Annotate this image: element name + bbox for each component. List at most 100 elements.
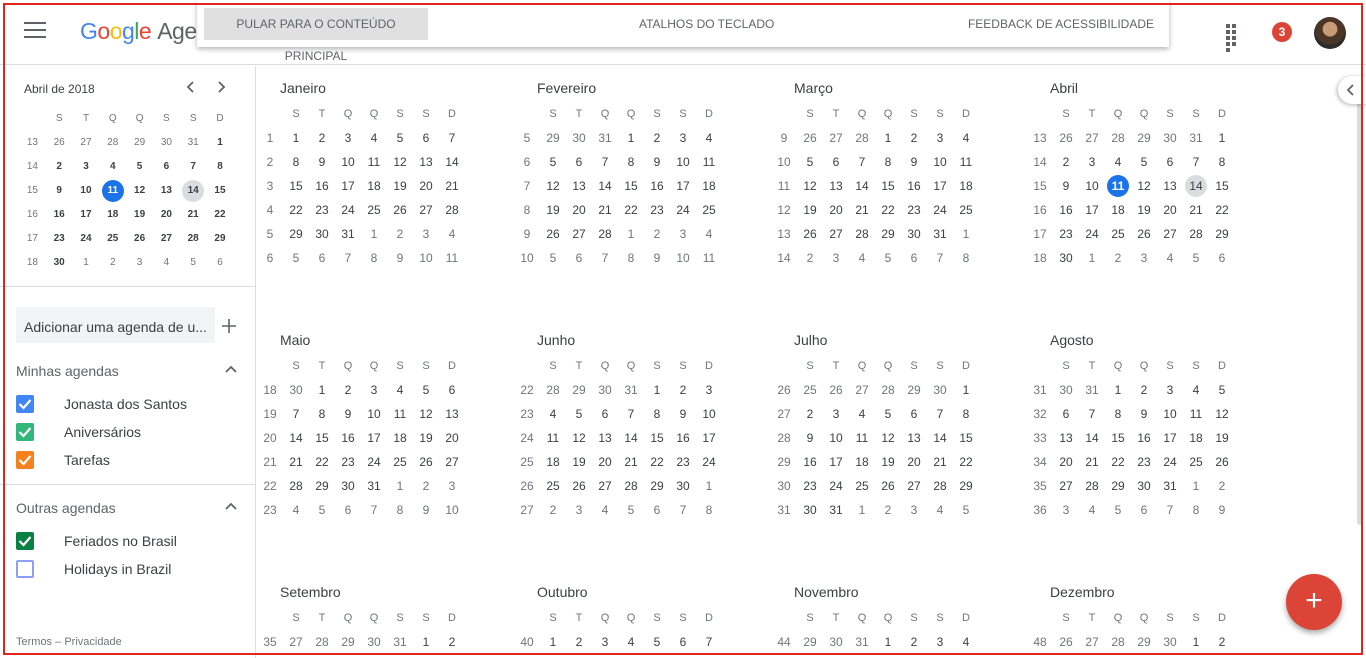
week-number[interactable]: 7: [514, 174, 540, 198]
day-cell[interactable]: 6: [1157, 150, 1183, 174]
chevron-right-icon[interactable]: [211, 78, 231, 98]
day-cell[interactable]: 30: [927, 378, 953, 402]
day-cell[interactable]: 25: [361, 198, 387, 222]
day-cell[interactable]: 28: [309, 630, 335, 654]
day-cell[interactable]: 20: [1157, 198, 1183, 222]
day-cell[interactable]: 2: [387, 222, 413, 246]
month-title[interactable]: Abril: [1050, 80, 1257, 102]
day-cell[interactable]: 7: [927, 246, 953, 270]
week-number[interactable]: 35: [1027, 474, 1053, 498]
day-cell[interactable]: 31: [618, 378, 644, 402]
day-cell[interactable]: 3: [361, 378, 387, 402]
day-cell[interactable]: 18: [696, 174, 722, 198]
day-cell[interactable]: 18: [361, 174, 387, 198]
day-cell[interactable]: 11: [1183, 402, 1209, 426]
day-cell[interactable]: 3: [1131, 246, 1157, 270]
day-cell[interactable]: 2: [901, 630, 927, 654]
week-number[interactable]: 10: [514, 246, 540, 270]
day-cell[interactable]: 3: [1053, 498, 1079, 522]
day-cell[interactable]: 23: [309, 198, 335, 222]
day-cell[interactable]: 6: [901, 246, 927, 270]
mini-day-cell[interactable]: 10: [73, 179, 100, 203]
day-cell[interactable]: 1: [618, 126, 644, 150]
mini-day-cell[interactable]: 16: [46, 203, 73, 227]
day-cell[interactable]: 20: [592, 450, 618, 474]
day-cell[interactable]: 9: [644, 150, 670, 174]
day-cell[interactable]: 23: [901, 198, 927, 222]
week-number[interactable]: 6: [257, 246, 283, 270]
day-cell[interactable]: 5: [618, 498, 644, 522]
day-cell[interactable]: 15: [618, 174, 644, 198]
day-cell[interactable]: 10: [361, 402, 387, 426]
avatar[interactable]: [1314, 17, 1346, 49]
week-number[interactable]: 5: [514, 126, 540, 150]
week-number[interactable]: 24: [514, 426, 540, 450]
day-cell[interactable]: 18: [540, 450, 566, 474]
day-cell[interactable]: 6: [901, 402, 927, 426]
week-number[interactable]: 8: [514, 198, 540, 222]
day-cell[interactable]: 29: [540, 126, 566, 150]
day-cell[interactable]: 8: [618, 150, 644, 174]
day-cell[interactable]: 30: [592, 378, 618, 402]
skip-to-main-content-link[interactable]: PULAR PARA O CONTEÚDO PRINCIPAL: [204, 8, 428, 63]
day-cell[interactable]: 19: [797, 198, 823, 222]
day-cell[interactable]: 8: [309, 402, 335, 426]
day-cell[interactable]: 9: [1209, 498, 1235, 522]
day-cell[interactable]: 8: [696, 498, 722, 522]
day-cell[interactable]: 3: [823, 246, 849, 270]
day-cell[interactable]: 1: [849, 498, 875, 522]
day-cell[interactable]: 28: [283, 474, 309, 498]
notification-badge[interactable]: 3: [1272, 22, 1292, 42]
day-cell[interactable]: 26: [797, 126, 823, 150]
day-cell[interactable]: 27: [1157, 222, 1183, 246]
mini-day-cell[interactable]: 4: [99, 155, 126, 179]
day-cell[interactable]: 17: [1079, 198, 1105, 222]
day-cell[interactable]: 27: [592, 474, 618, 498]
day-cell[interactable]: 1: [540, 630, 566, 654]
day-cell[interactable]: 2: [1131, 378, 1157, 402]
day-cell[interactable]: 26: [1131, 222, 1157, 246]
day-cell[interactable]: 24: [823, 474, 849, 498]
day-cell[interactable]: 29: [335, 630, 361, 654]
day-cell[interactable]: 4: [696, 126, 722, 150]
day-cell[interactable]: 7: [361, 498, 387, 522]
day-cell[interactable]: 4: [361, 126, 387, 150]
mini-day-cell[interactable]: 23: [46, 227, 73, 251]
day-cell[interactable]: 27: [439, 450, 465, 474]
day-cell[interactable]: 13: [439, 402, 465, 426]
day-cell[interactable]: 4: [439, 222, 465, 246]
day-cell[interactable]: 25: [540, 474, 566, 498]
day-cell[interactable]: 11: [387, 402, 413, 426]
terms-link[interactable]: Termos: [16, 636, 52, 648]
day-cell[interactable]: 30: [1053, 378, 1079, 402]
day-cell[interactable]: 25: [953, 198, 979, 222]
day-cell[interactable]: 30: [1053, 246, 1079, 270]
month-title[interactable]: Novembro: [794, 584, 1001, 606]
mini-day-cell[interactable]: 20: [153, 203, 180, 227]
day-cell[interactable]: 15: [644, 426, 670, 450]
day-cell[interactable]: 24: [335, 198, 361, 222]
day-cell[interactable]: 22: [618, 198, 644, 222]
day-cell[interactable]: 8: [953, 402, 979, 426]
day-cell[interactable]: 14: [618, 426, 644, 450]
day-cell[interactable]: 7: [1079, 402, 1105, 426]
day-cell[interactable]: 16: [1053, 198, 1079, 222]
day-cell[interactable]: 26: [875, 474, 901, 498]
mini-day-cell[interactable]: 5: [180, 251, 207, 275]
day-cell[interactable]: 7: [592, 246, 618, 270]
day-cell[interactable]: 3: [439, 474, 465, 498]
day-cell[interactable]: 16: [797, 450, 823, 474]
mini-day-cell[interactable]: 26: [46, 131, 73, 155]
day-cell[interactable]: 8: [387, 498, 413, 522]
mini-day-cell[interactable]: 6: [153, 155, 180, 179]
week-number[interactable]: 4: [257, 198, 283, 222]
week-number[interactable]: 32: [1027, 402, 1053, 426]
day-cell[interactable]: 30: [670, 474, 696, 498]
day-cell[interactable]: 8: [283, 150, 309, 174]
week-number[interactable]: 48: [1027, 630, 1053, 654]
day-cell[interactable]: 17: [696, 426, 722, 450]
day-cell[interactable]: 10: [1157, 402, 1183, 426]
mini-day-cell[interactable]: 26: [126, 227, 153, 251]
day-cell[interactable]: 4: [953, 630, 979, 654]
day-cell[interactable]: 7: [1157, 498, 1183, 522]
